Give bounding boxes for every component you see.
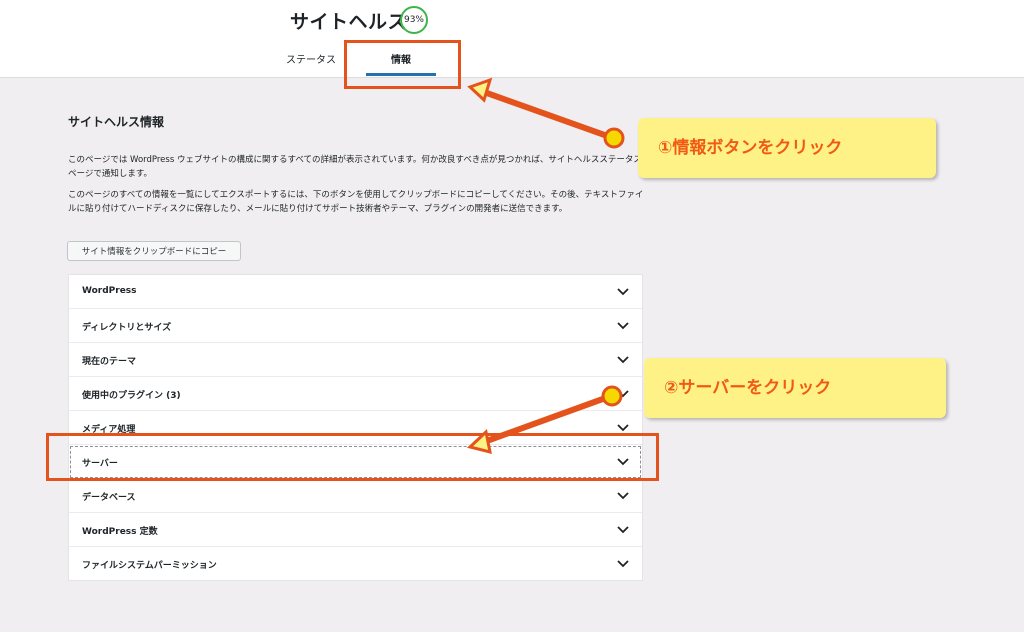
annotation-arrows [466, 77, 625, 455]
arrow-to-info-tab [467, 77, 625, 149]
arrow-to-server-row [466, 385, 623, 455]
